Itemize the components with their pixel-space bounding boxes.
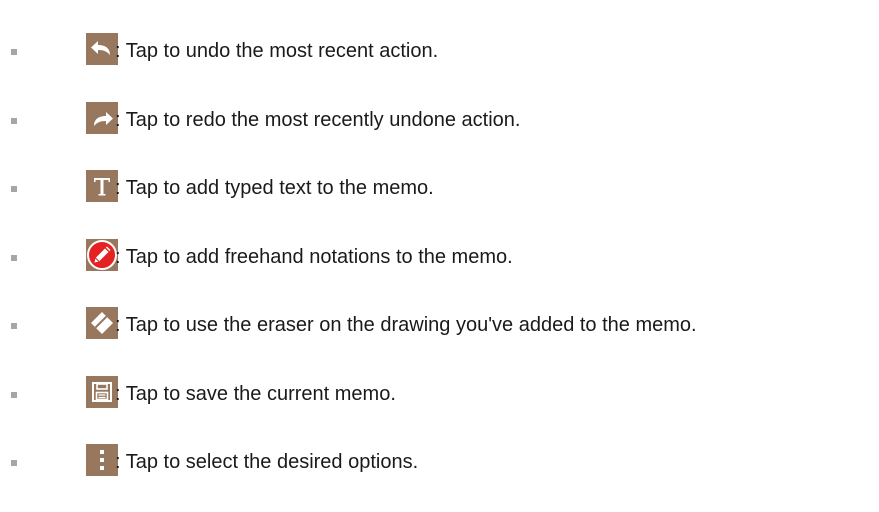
item-description: : Tap to add freehand notations to the m… xyxy=(115,246,513,268)
bullet xyxy=(11,49,17,55)
redo-icon xyxy=(86,102,118,134)
item-description: : Tap to save the current memo. xyxy=(115,383,396,405)
bullet xyxy=(11,186,17,192)
eraser-icon xyxy=(86,307,118,339)
item-description: : Tap to use the eraser on the drawing y… xyxy=(115,314,697,336)
bullet xyxy=(11,255,17,261)
list-item-redo: : Tap to redo the most recently undone a… xyxy=(0,98,879,138)
list-item-pen: : Tap to add freehand notations to the m… xyxy=(0,235,879,275)
text-icon xyxy=(86,170,118,202)
bullet xyxy=(11,118,17,124)
undo-icon xyxy=(86,33,118,65)
save-icon xyxy=(86,376,118,408)
list-item-undo: : Tap to undo the most recent action. xyxy=(0,29,879,69)
toolbar-icon-legend: : Tap to undo the most recent action. : … xyxy=(0,0,879,512)
item-description: : Tap to add typed text to the memo. xyxy=(115,177,434,199)
more-options-icon xyxy=(86,444,118,476)
item-description: : Tap to select the desired options. xyxy=(115,451,419,473)
item-description: : Tap to redo the most recently undone a… xyxy=(115,109,521,131)
bullet xyxy=(11,460,17,466)
item-description: : Tap to undo the most recent action. xyxy=(115,40,439,62)
bullet xyxy=(11,323,17,329)
list-item-text: : Tap to add typed text to the memo. xyxy=(0,166,879,206)
list-item-eraser: : Tap to use the eraser on the drawing y… xyxy=(0,303,879,343)
pen-icon xyxy=(86,239,118,271)
list-item-save: : Tap to save the current memo. xyxy=(0,372,879,412)
bullet xyxy=(11,392,17,398)
list-item-more-options: : Tap to select the desired options. xyxy=(0,440,879,480)
